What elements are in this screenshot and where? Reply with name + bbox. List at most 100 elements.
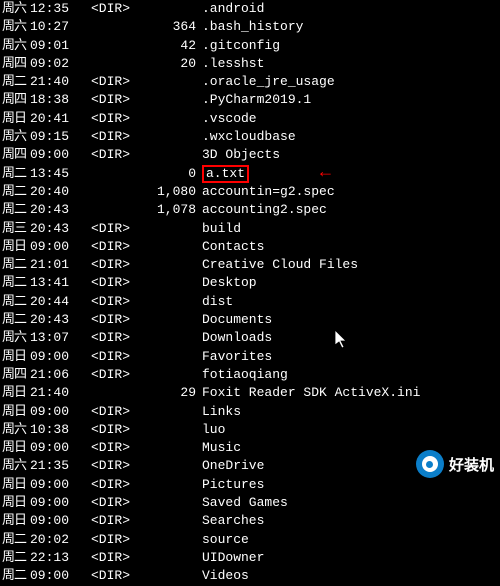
time-label: 09:00 bbox=[26, 494, 76, 512]
file-size: 364 bbox=[136, 18, 200, 36]
dir-marker: <DIR> bbox=[76, 146, 136, 164]
file-size: 0 bbox=[136, 165, 200, 183]
dir-marker: <DIR> bbox=[76, 293, 136, 311]
day-label: 周二 bbox=[0, 73, 26, 91]
dir-marker: <DIR> bbox=[76, 403, 136, 421]
file-row: 周四09:00<DIR>3D Objects bbox=[0, 146, 500, 164]
file-row: 周二20:43<DIR>Documents bbox=[0, 311, 500, 329]
day-label: 周日 bbox=[0, 512, 26, 530]
file-row: 周二20:431,078accounting2.spec bbox=[0, 201, 500, 219]
file-size bbox=[136, 110, 200, 128]
file-size bbox=[136, 549, 200, 567]
file-size bbox=[136, 91, 200, 109]
day-label: 周二 bbox=[0, 293, 26, 311]
file-name: .bash_history bbox=[200, 18, 500, 36]
file-size bbox=[136, 73, 200, 91]
file-size bbox=[136, 238, 200, 256]
file-name: .oracle_jre_usage bbox=[200, 73, 500, 91]
file-size bbox=[136, 293, 200, 311]
time-label: 21:35 bbox=[26, 457, 76, 475]
dir-marker: <DIR> bbox=[76, 238, 136, 256]
time-label: 21:01 bbox=[26, 256, 76, 274]
mouse-cursor-icon bbox=[335, 330, 349, 350]
file-size bbox=[136, 494, 200, 512]
file-row: 周二21:01<DIR>Creative Cloud Files bbox=[0, 256, 500, 274]
file-name: Videos bbox=[200, 567, 500, 585]
time-label: 10:27 bbox=[26, 18, 76, 36]
file-row: 周六09:0142.gitconfig bbox=[0, 37, 500, 55]
file-name: UIDowner bbox=[200, 549, 500, 567]
day-label: 周六 bbox=[0, 329, 26, 347]
dir-marker: <DIR> bbox=[76, 366, 136, 384]
time-label: 09:00 bbox=[26, 403, 76, 421]
dir-marker bbox=[76, 18, 136, 36]
file-row: 周四18:38<DIR>.PyCharm2019.1 bbox=[0, 91, 500, 109]
file-name: Saved Games bbox=[200, 494, 500, 512]
day-label: 周二 bbox=[0, 201, 26, 219]
file-size bbox=[136, 311, 200, 329]
file-size: 1,080 bbox=[136, 183, 200, 201]
file-row: 周二20:02<DIR>source bbox=[0, 531, 500, 549]
day-label: 周二 bbox=[0, 274, 26, 292]
file-name: dist bbox=[200, 293, 500, 311]
file-row: 周六10:27364.bash_history bbox=[0, 18, 500, 36]
dir-marker bbox=[76, 165, 136, 183]
file-row: 周二09:00<DIR>Videos bbox=[0, 567, 500, 585]
file-size bbox=[136, 512, 200, 530]
time-label: 09:00 bbox=[26, 512, 76, 530]
file-row: 周日09:00<DIR>Contacts bbox=[0, 238, 500, 256]
file-size bbox=[136, 421, 200, 439]
day-label: 周日 bbox=[0, 494, 26, 512]
file-name: accountin=g2.spec bbox=[200, 183, 500, 201]
day-label: 周二 bbox=[0, 311, 26, 329]
file-size bbox=[136, 274, 200, 292]
file-row: 周二20:44<DIR> dist bbox=[0, 293, 500, 311]
day-label: 周六 bbox=[0, 457, 26, 475]
file-size bbox=[136, 366, 200, 384]
file-row: 周日09:00<DIR>Pictures bbox=[0, 476, 500, 494]
file-size bbox=[136, 476, 200, 494]
file-size bbox=[136, 220, 200, 238]
file-name: .PyCharm2019.1 bbox=[200, 91, 500, 109]
day-label: 周日 bbox=[0, 439, 26, 457]
watermark: 好装机 bbox=[416, 450, 494, 478]
file-size bbox=[136, 403, 200, 421]
day-label: 周四 bbox=[0, 146, 26, 164]
file-size bbox=[136, 128, 200, 146]
file-size bbox=[136, 256, 200, 274]
file-size bbox=[136, 146, 200, 164]
watermark-text: 好装机 bbox=[449, 454, 494, 475]
time-label: 09:01 bbox=[26, 37, 76, 55]
day-label: 周三 bbox=[0, 220, 26, 238]
dir-marker: <DIR> bbox=[76, 110, 136, 128]
file-size bbox=[136, 567, 200, 585]
time-label: 09:00 bbox=[26, 348, 76, 366]
dir-marker: <DIR> bbox=[76, 439, 136, 457]
time-label: 18:38 bbox=[26, 91, 76, 109]
dir-marker: <DIR> bbox=[76, 476, 136, 494]
file-name: .gitconfig bbox=[200, 37, 500, 55]
day-label: 周日 bbox=[0, 403, 26, 421]
time-label: 09:00 bbox=[26, 567, 76, 585]
dir-marker bbox=[76, 183, 136, 201]
dir-marker: <DIR> bbox=[76, 73, 136, 91]
file-row: 周四21:06<DIR>fotiaoqiang bbox=[0, 366, 500, 384]
file-size bbox=[136, 531, 200, 549]
file-name: .vscode bbox=[200, 110, 500, 128]
file-name: Downloads bbox=[200, 329, 500, 347]
time-label: 09:02 bbox=[26, 55, 76, 73]
day-label: 周二 bbox=[0, 531, 26, 549]
time-label: 20:43 bbox=[26, 311, 76, 329]
dir-marker: <DIR> bbox=[76, 512, 136, 530]
file-row: 周三20:43<DIR>build bbox=[0, 220, 500, 238]
file-name: .android bbox=[200, 0, 500, 18]
dir-marker: <DIR> bbox=[76, 531, 136, 549]
file-row: 周日20:41<DIR>.vscode bbox=[0, 110, 500, 128]
file-name: Favorites bbox=[200, 348, 500, 366]
file-name: Pictures bbox=[200, 476, 500, 494]
file-row: 周六12:35<DIR>.android bbox=[0, 0, 500, 18]
time-label: 20:44 bbox=[26, 293, 76, 311]
file-size: 20 bbox=[136, 55, 200, 73]
dir-marker: <DIR> bbox=[76, 311, 136, 329]
time-label: 13:07 bbox=[26, 329, 76, 347]
